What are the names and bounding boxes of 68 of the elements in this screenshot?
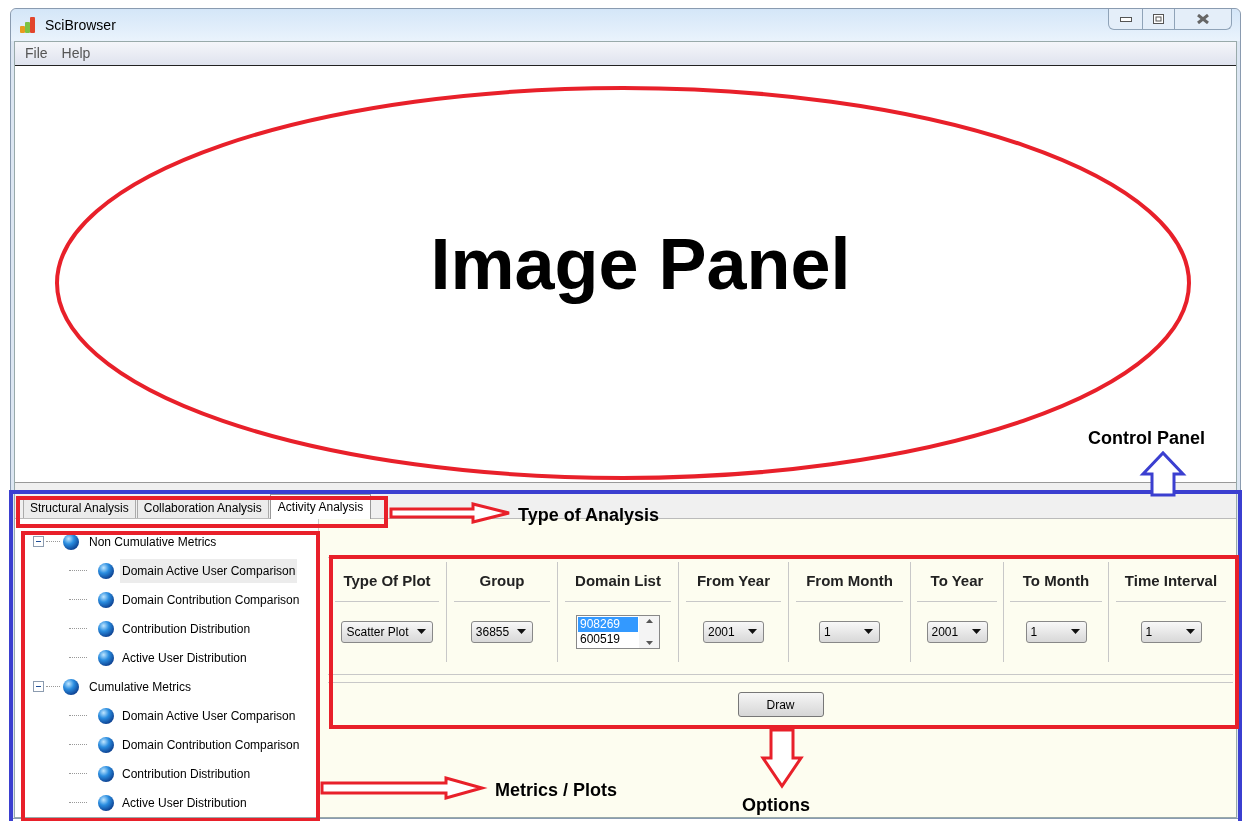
callout-label: Options — [742, 794, 810, 817]
tree-item[interactable]: Active User Distribution — [120, 645, 249, 670]
tree-node-icon — [62, 677, 80, 696]
dropdown-caret-icon — [416, 629, 426, 635]
column-heading: To Month — [1010, 570, 1102, 602]
tree-node-icon — [97, 648, 115, 667]
column-heading: To Year — [916, 570, 998, 602]
dropdown-caret-icon — [1185, 629, 1195, 635]
scroll-down-icon[interactable] — [645, 640, 653, 645]
dropdown-value: 1 — [1145, 623, 1154, 641]
close-icon — [1197, 14, 1209, 24]
tree-node-icon — [62, 532, 80, 551]
tree-item[interactable]: Domain Active User Comparison — [120, 703, 298, 728]
dropdown-value: 1 — [824, 623, 832, 641]
tree-node-icon — [97, 793, 115, 812]
column-heading: Domain List — [565, 570, 671, 602]
collapse-icon[interactable] — [33, 681, 44, 692]
menu-item[interactable]: Help — [59, 43, 93, 64]
callout-label: Metrics / Plots — [495, 779, 618, 802]
tree-node-icon — [97, 764, 115, 783]
dropdown[interactable]: 2001 — [703, 620, 764, 643]
callout-label: Control Panel — [1088, 427, 1205, 450]
column-heading: From Month — [796, 570, 903, 602]
tree-item[interactable]: Domain Contribution Comparison — [120, 587, 302, 612]
draw-button[interactable]: Draw — [737, 692, 824, 717]
app-logo-icon — [19, 16, 37, 34]
column-heading: Time Interval — [1116, 570, 1226, 602]
dropdown[interactable]: 1 — [819, 620, 880, 643]
tree-node-icon — [97, 619, 115, 638]
dropdown-value: 2001 — [931, 623, 960, 641]
dropdown-caret-icon — [1070, 629, 1080, 635]
tree-item[interactable]: Domain Contribution Comparison — [120, 732, 302, 757]
tree-item[interactable]: Non Cumulative Metrics — [89, 532, 217, 551]
scroll-up-icon[interactable] — [645, 618, 653, 623]
tree-node-icon — [97, 590, 115, 609]
dropdown[interactable]: Scatter Plot — [341, 620, 433, 643]
dropdown-caret-icon — [971, 629, 981, 635]
collapse-icon[interactable] — [33, 536, 44, 547]
list-item[interactable]: 600519 — [578, 631, 638, 647]
tree-item[interactable]: Cumulative Metrics — [89, 677, 192, 696]
tree-item[interactable]: Contribution Distribution — [120, 616, 253, 641]
maximize-icon — [1153, 14, 1164, 24]
scroll-bar[interactable] — [639, 615, 659, 648]
dropdown-value: 1 — [1030, 623, 1039, 641]
minimize-icon — [1119, 16, 1132, 22]
dropdown-value: 2001 — [708, 623, 736, 641]
dropdown-caret-icon — [748, 629, 757, 635]
dropdown-value: Scatter Plot — [346, 623, 409, 641]
window-title: SciBrowser — [45, 15, 116, 35]
menu-item[interactable]: File — [23, 43, 50, 64]
column-heading: Group — [453, 570, 551, 602]
list-box[interactable]: 908269 600519 — [576, 614, 660, 649]
column-heading: From Year — [685, 570, 782, 602]
dropdown-value: 36855 — [475, 623, 510, 641]
column-heading: Type Of Plot — [335, 570, 439, 602]
dropdown[interactable]: 36855 — [470, 620, 534, 643]
tree-item[interactable]: Contribution Distribution — [120, 761, 253, 786]
dropdown[interactable]: 1 — [1140, 620, 1202, 643]
dropdown[interactable]: 1 — [1025, 620, 1087, 643]
tree-node-icon — [97, 735, 115, 754]
dropdown-caret-icon — [517, 629, 527, 635]
callout-label: Type of Analysis — [518, 504, 660, 527]
tree-item[interactable]: Active User Distribution — [120, 790, 249, 815]
tree-node-icon — [97, 561, 115, 580]
tree-item[interactable]: Domain Active User Comparison — [120, 558, 298, 583]
dropdown[interactable]: 2001 — [926, 620, 988, 643]
dropdown-caret-icon — [864, 629, 873, 635]
tree-node-icon — [97, 706, 115, 725]
